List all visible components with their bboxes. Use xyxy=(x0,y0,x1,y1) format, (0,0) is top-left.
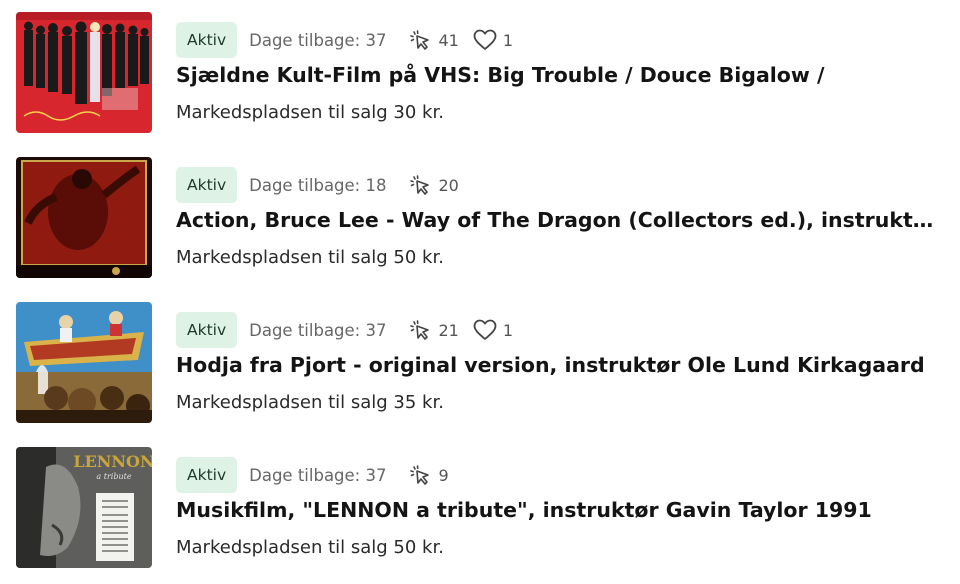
listing-meta: Aktiv Dage tilbage: 18 20 xyxy=(176,167,459,203)
days-remaining: Dage tilbage: 18 xyxy=(249,175,387,195)
days-remaining: Dage tilbage: 37 xyxy=(249,320,387,340)
listing-thumbnail[interactable]: LENNON a tribute xyxy=(16,447,152,568)
click-count: 20 xyxy=(408,173,459,197)
cursor-click-icon xyxy=(410,175,430,195)
listing-thumbnail[interactable] xyxy=(16,12,152,133)
status-badge: Aktiv xyxy=(176,312,238,348)
listing-price: Markedspladsen til salg 30 kr. xyxy=(176,102,444,123)
vhs-cover-bruce-lee-icon xyxy=(16,157,152,278)
status-badge: Aktiv xyxy=(176,457,238,493)
listing-meta: Aktiv Dage tilbage: 37 9 xyxy=(176,457,449,493)
click-count: 9 xyxy=(408,463,449,487)
listing-price: Markedspladsen til salg 50 kr. xyxy=(176,537,444,558)
like-count-value: 1 xyxy=(502,30,514,50)
listing-title[interactable]: Sjældne Kult-Film på VHS: Big Trouble / … xyxy=(176,63,946,87)
listing-price: Markedspladsen til salg 50 kr. xyxy=(176,247,444,268)
listing-title[interactable]: Hodja fra Pjort - original version, inst… xyxy=(176,353,946,377)
click-count-value: 9 xyxy=(438,465,449,485)
click-count: 21 xyxy=(408,318,459,342)
listing-item[interactable]: LENNON a tribute Aktiv Dage tilbage: 37 … xyxy=(0,447,960,569)
listing-price: Markedspladsen til salg 35 kr. xyxy=(176,392,444,413)
listing-item[interactable]: Aktiv Dage tilbage: 37 41 1 Sjældne Kult… xyxy=(0,12,960,134)
like-count[interactable]: 1 xyxy=(473,29,513,51)
vhs-cover-lennon-icon: LENNON a tribute xyxy=(16,447,152,568)
click-count-value: 20 xyxy=(438,175,459,195)
vhs-cover-flying-carpet-icon xyxy=(16,302,152,423)
listing-thumbnail[interactable] xyxy=(16,157,152,278)
listing-title[interactable]: Action, Bruce Lee - Way of The Dragon (C… xyxy=(176,208,946,232)
status-badge: Aktiv xyxy=(176,167,238,203)
cover-subtitle-text: a tribute xyxy=(96,472,131,481)
like-count[interactable]: 1 xyxy=(473,319,513,341)
status-badge: Aktiv xyxy=(176,22,238,58)
listing-thumbnail[interactable] xyxy=(16,302,152,423)
heart-icon xyxy=(473,319,497,340)
listing-item[interactable]: Aktiv Dage tilbage: 18 20 Action, Bruce … xyxy=(0,157,960,279)
days-remaining: Dage tilbage: 37 xyxy=(249,465,387,485)
cursor-click-icon xyxy=(410,30,430,50)
listing-item[interactable]: Aktiv Dage tilbage: 37 21 1 Hodja fra Pj… xyxy=(0,302,960,424)
listing-title[interactable]: Musikfilm, "LENNON a tribute", instruktø… xyxy=(176,498,946,522)
listing-meta: Aktiv Dage tilbage: 37 41 1 xyxy=(176,22,513,58)
cover-title-text: LENNON xyxy=(73,452,152,471)
click-count-value: 21 xyxy=(438,320,459,340)
days-remaining: Dage tilbage: 37 xyxy=(249,30,387,50)
like-count-value: 1 xyxy=(502,320,514,340)
cursor-click-icon xyxy=(410,320,430,340)
listing-meta: Aktiv Dage tilbage: 37 21 1 xyxy=(176,312,513,348)
vhs-cover-group-photo-icon xyxy=(16,12,152,133)
click-count: 41 xyxy=(408,28,459,52)
cursor-click-icon xyxy=(410,465,430,485)
heart-icon xyxy=(473,29,497,50)
click-count-value: 41 xyxy=(438,30,459,50)
